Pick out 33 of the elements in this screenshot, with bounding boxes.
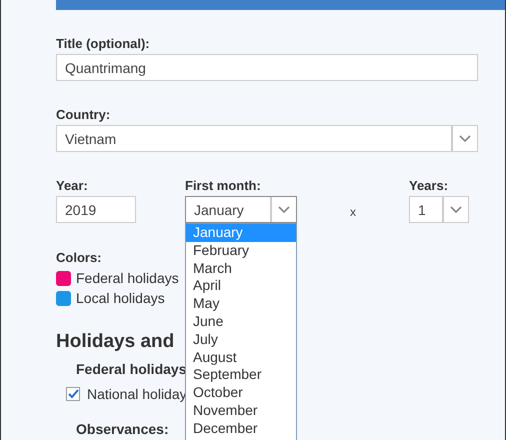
legend-label: Local holidays: [76, 290, 165, 306]
month-select[interactable]: January: [185, 196, 297, 223]
field-label: Title (optional):: [56, 36, 150, 52]
chevron-icon: [450, 206, 462, 214]
field-label: Country:: [56, 107, 110, 123]
checkbox[interactable]: [66, 387, 80, 401]
checkbox-label: National holiday: [87, 386, 187, 402]
month-option[interactable]: April: [186, 277, 296, 296]
section-heading: Holidays and: [56, 330, 174, 354]
year-input[interactable]: 2019: [56, 196, 136, 223]
month-option[interactable]: March: [186, 260, 296, 278]
field-label: Years:: [409, 178, 450, 194]
field-label: Colors:: [56, 250, 102, 266]
month-option[interactable]: February: [186, 242, 296, 260]
month-option[interactable]: November: [186, 402, 296, 420]
month-option[interactable]: August: [186, 348, 296, 366]
month-option[interactable]: October: [186, 384, 296, 402]
years-select[interactable]: 1: [409, 196, 469, 223]
field-label: Year:: [56, 178, 89, 194]
legend-label: Federal holidays: [76, 270, 179, 286]
multiply-sign: x: [350, 205, 356, 219]
field-label: First month:: [185, 178, 262, 194]
group-heading: Federal holidays: [76, 360, 186, 378]
country-select[interactable]: Vietnam: [56, 125, 478, 152]
month-option[interactable]: May: [186, 295, 296, 313]
month-option[interactable]: June: [186, 312, 296, 331]
title-input[interactable]: Quantrimang: [56, 54, 478, 81]
month-option[interactable]: December: [186, 420, 296, 438]
chevron-icon: [459, 134, 471, 142]
month-option[interactable]: September: [186, 366, 296, 384]
chevron-icon: [278, 206, 290, 214]
month-option[interactable]: July: [186, 330, 296, 349]
group-heading: Observances:: [76, 420, 169, 438]
